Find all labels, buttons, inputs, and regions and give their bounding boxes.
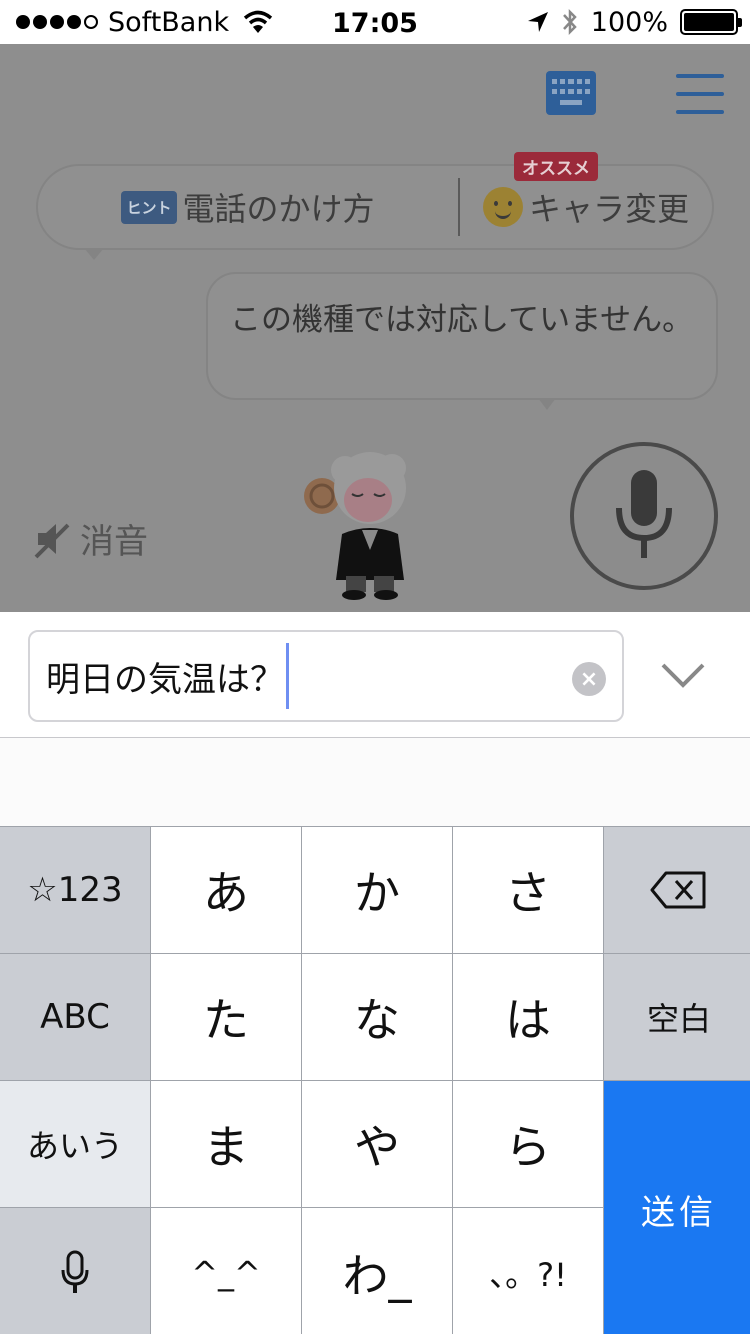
battery-percent: 100% [590, 6, 668, 38]
microphone-icon [61, 1250, 89, 1293]
key-a[interactable]: あ [151, 827, 301, 953]
query-input[interactable]: 明日の気温は？ × [28, 630, 624, 722]
bluetooth-icon [562, 8, 577, 36]
battery-icon [680, 9, 742, 35]
key-wa[interactable]: わ_ [302, 1208, 452, 1334]
smiley-icon [482, 187, 523, 227]
key-kana-mode[interactable]: あいう [0, 1081, 150, 1207]
key-ha[interactable]: は [453, 954, 603, 1080]
send-key[interactable]: 送信 [604, 1081, 750, 1334]
key-emoticon[interactable]: ^_^ [151, 1208, 301, 1334]
key-ma[interactable]: ま [151, 1081, 301, 1207]
key-punctuation[interactable]: 、。?! [453, 1208, 603, 1334]
candidate-bar [0, 738, 750, 826]
text-caret [286, 643, 289, 709]
carrier-name: SoftBank [108, 6, 230, 38]
status-bar: SoftBank 17:05 100% [0, 0, 750, 44]
space-key[interactable]: 空白 [604, 954, 750, 1080]
bubble-tail [538, 398, 556, 410]
input-bar: 明日の気温は？ × [0, 612, 750, 738]
sheep-character[interactable] [300, 448, 420, 600]
key-sa[interactable]: さ [453, 827, 603, 953]
key-abc[interactable]: ABC [0, 954, 150, 1080]
chevron-down-icon[interactable] [660, 660, 706, 690]
key-ta[interactable]: た [151, 954, 301, 1080]
call-hint-button[interactable]: ヒント 電話のかけ方 [38, 184, 458, 230]
hamburger-menu-icon[interactable] [676, 74, 724, 114]
hint-bubble: ヒント 電話のかけ方 オススメ キャラ変更 [36, 152, 714, 250]
call-hint-label: 電話のかけ方 [182, 190, 375, 228]
change-character-button[interactable]: オススメ キャラ変更 [460, 152, 712, 230]
mute-button[interactable]: 消音 [34, 514, 148, 563]
hint-tag: ヒント [121, 190, 177, 224]
key-ya[interactable]: や [302, 1081, 452, 1207]
query-text: 明日の気温は？ [46, 659, 284, 700]
keyboard-toggle-icon[interactable] [546, 71, 596, 115]
key-ra[interactable]: ら [453, 1081, 603, 1207]
backspace-key[interactable] [604, 827, 750, 953]
japanese-flick-keyboard: ☆123 あ か さ ABC た な は 空白 あいう ま や ら 送信 ^_^… [0, 826, 750, 1334]
microphone-icon [616, 470, 672, 558]
location-arrow-icon [527, 12, 548, 32]
wifi-icon [243, 10, 273, 33]
clear-text-icon[interactable]: × [572, 662, 606, 696]
backspace-icon [650, 871, 706, 909]
assistant-reply-bubble: この機種では対応していません。 [206, 272, 718, 400]
bubble-tail [84, 248, 104, 260]
voice-input-button[interactable] [570, 442, 718, 590]
key-ka[interactable]: か [302, 827, 452, 953]
mute-label: 消音 [80, 522, 148, 562]
signal-strength-icon [16, 15, 98, 29]
assistant-view: ヒント 電話のかけ方 オススメ キャラ変更 この機種では対応していません。 消音 [0, 44, 750, 612]
change-character-label: キャラ変更 [528, 190, 689, 228]
app-header [0, 44, 750, 142]
key-na[interactable]: な [302, 954, 452, 1080]
dictation-key[interactable] [0, 1208, 150, 1334]
speaker-mute-icon [34, 523, 70, 558]
recommended-badge: オススメ [514, 152, 598, 181]
key-symbols-123[interactable]: ☆123 [0, 827, 150, 953]
